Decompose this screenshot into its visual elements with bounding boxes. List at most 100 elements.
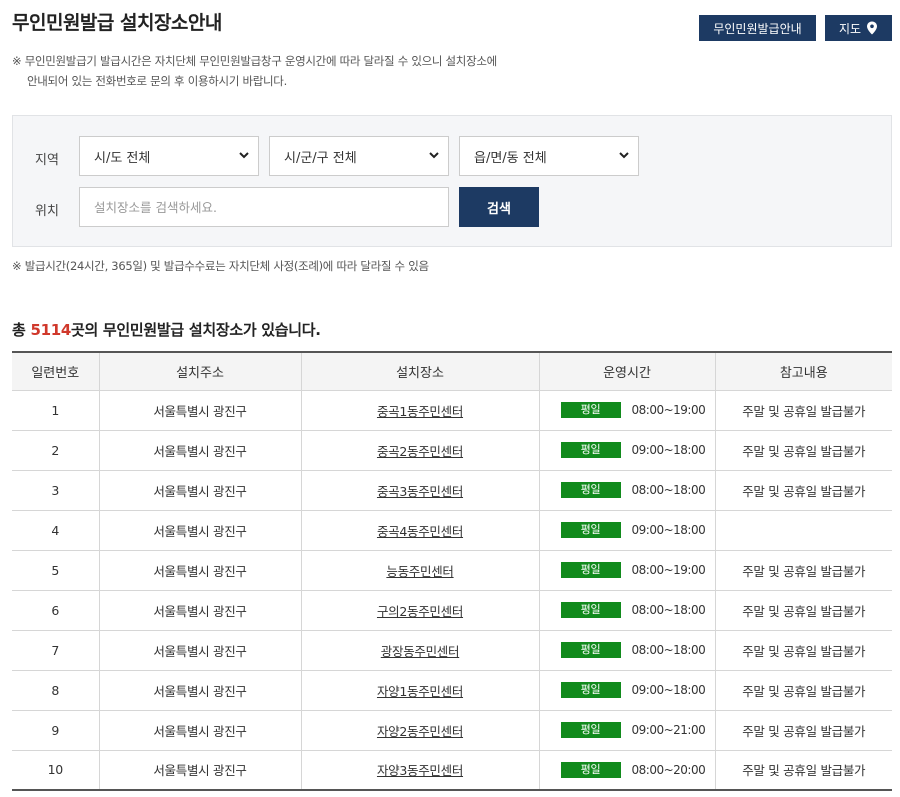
header-address: 설치주소 — [98, 352, 301, 391]
row-place-link[interactable]: 중곡4동주민센터 — [377, 524, 463, 539]
row-serial-no: 6 — [12, 590, 99, 631]
row-note: 주말 및 공휴일 발급불가 — [714, 470, 892, 511]
row-place-link[interactable]: 자양3동주민센터 — [377, 763, 463, 778]
row-address: 서울특별시 광진구 — [98, 510, 301, 551]
row-serial-no: 5 — [12, 550, 99, 591]
search-button[interactable]: 검색 — [459, 187, 539, 227]
row-place-link[interactable]: 중곡1동주민센터 — [377, 404, 463, 419]
summary-suffix: 곳의 무인민원발급 설치장소가 있습니다. — [71, 321, 321, 339]
row-hours-cell: 평일 08:00~18:00 — [538, 630, 715, 671]
notice-line-2: 안내되어 있는 전화번호로 문의 후 이용하시기 바랍니다. — [27, 74, 287, 88]
header-serial-no: 일련번호 — [12, 352, 99, 391]
row-hours: 09:00~21:00 — [631, 723, 706, 737]
row-serial-no: 3 — [12, 470, 99, 511]
row-place-cell: 구의2동주민센터 — [300, 590, 539, 631]
weekday-badge: 평일 — [560, 602, 621, 618]
sido-select-value: 시/도 전체 — [94, 150, 151, 166]
fee-notice: ※ 발급시간(24시간, 365일) 및 발급수수료는 자치단체 사정(조례)에… — [12, 259, 429, 273]
location-search-input[interactable] — [79, 187, 449, 227]
row-hours-cell: 평일 08:00~19:00 — [538, 390, 715, 431]
row-serial-no: 7 — [12, 630, 99, 671]
row-hours-cell: 평일 09:00~18:00 — [538, 510, 715, 551]
chevron-down-icon — [429, 152, 439, 159]
notice-line-1: ※ 무인민원발급기 발급시간은 자치단체 무인민원발급창구 운영시간에 따라 달… — [12, 54, 497, 68]
row-place-link[interactable]: 구의2동주민센터 — [377, 604, 463, 619]
header-place: 설치장소 — [300, 352, 539, 391]
table-row: 6 서울특별시 광진구 구의2동주민센터 평일 08:00~18:00 주말 및 공휴일 … — [12, 590, 892, 631]
eupmyeondong-select-value: 읍/면/동 전체 — [474, 150, 547, 166]
row-address: 서울특별시 광진구 — [98, 670, 301, 711]
chevron-down-icon — [239, 152, 249, 159]
location-pin-icon — [867, 21, 878, 35]
row-note: 주말 및 공휴일 발급불가 — [714, 430, 892, 471]
table-row: 8 서울특별시 광진구 자양1동주민센터 평일 09:00~18:00 주말 및 공휴일 … — [12, 670, 892, 711]
row-place-cell: 자양3동주민센터 — [300, 750, 539, 791]
row-place-cell: 중곡2동주민센터 — [300, 430, 539, 471]
row-hours-cell: 평일 08:00~19:00 — [538, 550, 715, 591]
row-note: 주말 및 공휴일 발급불가 — [714, 750, 892, 791]
row-address: 서울특별시 광진구 — [98, 630, 301, 671]
weekday-badge: 평일 — [560, 442, 621, 458]
row-place-cell: 중곡1동주민센터 — [300, 390, 539, 431]
weekday-badge: 평일 — [560, 682, 621, 698]
issuance-guide-button[interactable]: 무인민원발급안내 — [699, 15, 816, 41]
table-header-row: 일련번호 설치주소 설치장소 운영시간 참고내용 — [12, 352, 892, 391]
row-place-link[interactable]: 중곡2동주민센터 — [377, 444, 463, 459]
weekday-badge: 평일 — [560, 761, 621, 778]
row-place-link[interactable]: 광장동주민센터 — [381, 644, 460, 659]
search-panel: 지역 시/도 전체 시/군/구 전체 읍/면/동 전체 위치 검색 — [12, 115, 892, 247]
row-address: 서울특별시 광진구 — [98, 590, 301, 631]
table-row: 2 서울특별시 광진구 중곡2동주민센터 평일 09:00~18:00 주말 및 공휴일 … — [12, 430, 892, 471]
result-count: 5114 — [30, 321, 71, 339]
result-summary: 총 5114곳의 무인민원발급 설치장소가 있습니다. — [12, 319, 321, 340]
sigungu-select[interactable]: 시/군/구 전체 — [269, 136, 449, 176]
row-serial-no: 9 — [12, 710, 99, 751]
row-place-link[interactable]: 자양2동주민센터 — [377, 724, 463, 739]
weekday-badge: 평일 — [560, 482, 621, 498]
issuance-hours-notice: ※ 무인민원발급기 발급시간은 자치단체 무인민원발급창구 운영시간에 따라 달… — [12, 51, 497, 91]
row-place-cell: 자양1동주민센터 — [300, 670, 539, 711]
map-button[interactable]: 지도 — [825, 15, 892, 41]
row-place-link[interactable]: 자양1동주민센터 — [377, 684, 463, 699]
row-hours-cell: 평일 08:00~18:00 — [538, 470, 715, 511]
row-place-cell: 자양2동주민센터 — [300, 710, 539, 751]
page-title: 무인민원발급 설치장소안내 — [12, 12, 222, 34]
eupmyeondong-select[interactable]: 읍/면/동 전체 — [459, 136, 639, 176]
row-note: 주말 및 공휴일 발급불가 — [714, 550, 892, 591]
row-hours: 08:00~19:00 — [631, 563, 706, 577]
row-hours: 09:00~18:00 — [631, 443, 706, 457]
row-hours: 08:00~20:00 — [631, 762, 706, 777]
row-serial-no: 1 — [12, 390, 99, 431]
row-serial-no: 10 — [12, 750, 99, 791]
row-hours: 09:00~18:00 — [631, 683, 706, 697]
row-hours-cell: 평일 08:00~18:00 — [538, 590, 715, 631]
weekday-badge: 평일 — [560, 722, 621, 738]
table-row: 5 서울특별시 광진구 능동주민센터 평일 08:00~19:00 주말 및 공휴일 발급… — [12, 550, 892, 591]
row-note: 주말 및 공휴일 발급불가 — [714, 710, 892, 751]
row-hours: 08:00~18:00 — [631, 603, 706, 617]
row-place-cell: 중곡3동주민센터 — [300, 470, 539, 511]
row-place-cell: 중곡4동주민센터 — [300, 510, 539, 551]
weekday-badge: 평일 — [560, 642, 621, 658]
row-hours-cell: 평일 09:00~21:00 — [538, 710, 715, 751]
weekday-badge: 평일 — [560, 402, 621, 418]
table-row: 10 서울특별시 광진구 자양3동주민센터 평일 08:00~20:00 주말 및 공휴일… — [12, 750, 892, 791]
row-place-link[interactable]: 능동주민센터 — [386, 564, 454, 579]
location-label: 위치 — [35, 204, 59, 219]
row-address: 서울특별시 광진구 — [98, 550, 301, 591]
row-address: 서울특별시 광진구 — [98, 470, 301, 511]
sido-select[interactable]: 시/도 전체 — [79, 136, 259, 176]
row-place-link[interactable]: 중곡3동주민센터 — [377, 484, 463, 499]
row-hours-cell: 평일 09:00~18:00 — [538, 430, 715, 471]
weekday-badge: 평일 — [560, 522, 621, 538]
row-hours-cell: 평일 09:00~18:00 — [538, 670, 715, 711]
row-hours: 08:00~18:00 — [631, 483, 706, 497]
table-row: 3 서울특별시 광진구 중곡3동주민센터 평일 08:00~18:00 주말 및 공휴일 … — [12, 470, 892, 511]
row-place-cell: 광장동주민센터 — [300, 630, 539, 671]
chevron-down-icon — [619, 152, 629, 159]
table-row: 4 서울특별시 광진구 중곡4동주민센터 평일 09:00~18:00 — [12, 510, 892, 551]
row-address: 서울특별시 광진구 — [98, 750, 301, 791]
row-note: 주말 및 공휴일 발급불가 — [714, 630, 892, 671]
sigungu-select-value: 시/군/구 전체 — [284, 150, 357, 166]
row-address: 서울특별시 광진구 — [98, 430, 301, 471]
